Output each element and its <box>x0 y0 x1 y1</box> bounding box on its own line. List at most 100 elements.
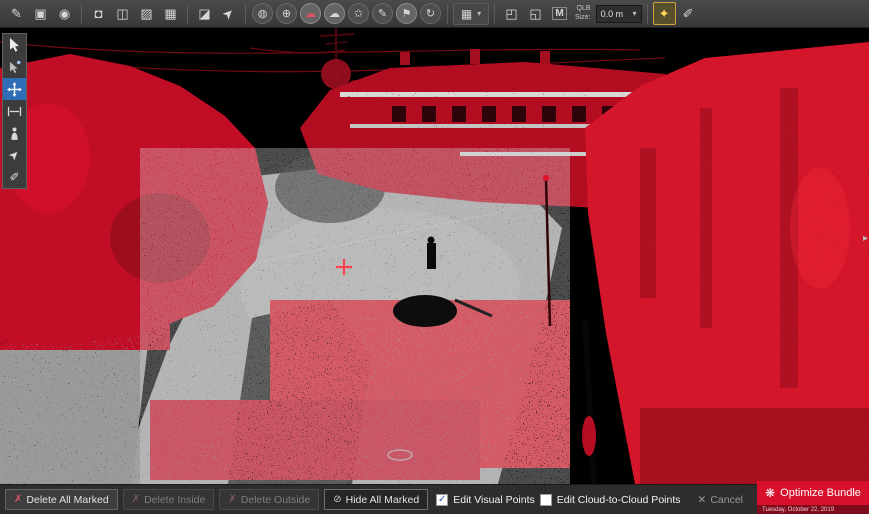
cloud-marked-button[interactable]: ☁ <box>300 3 321 24</box>
bounding-box-edit-icon: ◱ <box>529 6 541 22</box>
delete-all-marked-label: Delete All Marked <box>26 494 108 506</box>
display-icon: ▣ <box>34 6 46 22</box>
pan-tool-button[interactable] <box>3 78 26 100</box>
hide-all-marked-button[interactable]: ⊘ Hide All Marked <box>324 489 428 510</box>
mark-select-tool-button[interactable] <box>3 56 26 78</box>
status-date: Tuesday, October 22, 2019 <box>757 505 869 514</box>
delete-icon: ✗ <box>132 494 140 505</box>
probe-button[interactable]: ✐ <box>677 2 700 25</box>
probe-icon: ✐ <box>683 6 694 22</box>
mark-region-icon: ⊕ <box>282 7 291 20</box>
cloud-marked-icon: ☁ <box>305 7 316 20</box>
right-red-wall <box>585 42 869 484</box>
annotate-icon: ✎ <box>11 6 22 22</box>
image-view-icon: ▨ <box>140 6 152 22</box>
point-cloud-app-window: ✎ ▣ ◉ ◘ ◫ ▨ ▦ ◪ ➤ ◍ ⊕ ☁ ☁ ✩ ✎ ⚑ ↻ ▦ ▾ ◰ … <box>0 0 869 514</box>
split-view-button[interactable]: ◫ <box>111 2 134 25</box>
toolbar-separator <box>245 4 246 24</box>
optimize-bundle-button[interactable]: ❋ Optimize Bundle <box>757 481 869 505</box>
bottom-action-bar: ✗ Delete All Marked ✗ Delete Inside ✗ De… <box>0 484 869 514</box>
eraser-button[interactable]: ◪ <box>193 2 216 25</box>
cancel-button[interactable]: ✕ Cancel <box>692 493 750 507</box>
bundle-icon: ❋ <box>765 486 775 500</box>
panel-expand-arrow[interactable]: ▸ <box>863 233 868 244</box>
sphere-icon: ◍ <box>258 7 268 20</box>
orbit-icon: ↻ <box>426 7 435 20</box>
measure-tool-button[interactable] <box>3 100 26 122</box>
delete-inside-label: Delete Inside <box>144 494 205 506</box>
location-pin-icon: ⚑ <box>402 7 412 20</box>
qlb-label-line2: Size: <box>575 14 591 22</box>
person-view-button[interactable] <box>3 122 26 144</box>
brush-icon: ✐ <box>9 170 19 184</box>
qlb-size-dropdown[interactable]: 0.0 m ▾ <box>596 5 642 23</box>
eraser-icon: ◪ <box>198 6 210 22</box>
point-cloud-viewport[interactable] <box>0 28 869 484</box>
delete-icon: ✗ <box>14 494 22 505</box>
sphere-button[interactable]: ◍ <box>252 3 273 24</box>
delete-all-marked-button[interactable]: ✗ Delete All Marked <box>5 489 118 510</box>
bounding-box-m-button[interactable]: M <box>548 2 571 25</box>
pan-move-icon <box>7 82 22 97</box>
grid-view-button[interactable]: ▦ <box>159 2 182 25</box>
orbit-view-button[interactable]: ↻ <box>420 3 441 24</box>
chevron-down-icon: ▾ <box>633 9 637 18</box>
tool-options-dropdown[interactable]: ▦ ▾ <box>453 3 489 25</box>
chevron-down-icon: ▾ <box>477 9 481 18</box>
edit-visual-points-label: Edit Visual Points <box>453 494 535 506</box>
check-icon: ✓ <box>438 495 446 505</box>
pencil-icon: ✎ <box>378 7 387 20</box>
toolbar-separator <box>494 4 495 24</box>
camera-button[interactable]: ◘ <box>87 2 110 25</box>
bounding-box-button[interactable]: ◰ <box>500 2 523 25</box>
select-tool-button[interactable] <box>3 34 26 56</box>
bounding-box-icon: ◰ <box>505 6 517 22</box>
location-pin-button[interactable]: ⚑ <box>396 3 417 24</box>
point-cloud-canvas <box>0 28 869 484</box>
toolbar-separator <box>447 4 448 24</box>
cloud-points-icon: ☁ <box>329 7 340 20</box>
edit-c2c-checkbox[interactable] <box>540 494 552 506</box>
cursor-select-icon: ➤ <box>219 4 238 23</box>
top-toolbar: ✎ ▣ ◉ ◘ ◫ ▨ ▦ ◪ ➤ ◍ ⊕ ☁ ☁ ✩ ✎ ⚑ ↻ ▦ ▾ ◰ … <box>0 0 869 28</box>
measure-distance-icon <box>7 106 22 117</box>
split-view-icon: ◫ <box>116 6 128 22</box>
pencil-button[interactable]: ✎ <box>372 3 393 24</box>
zoom-region-button[interactable]: ◉ <box>53 2 76 25</box>
delete-icon: ✗ <box>228 494 236 505</box>
edit-visual-checkbox[interactable]: ✓ <box>436 494 448 506</box>
qlb-size-label: QLB Size: <box>575 5 591 22</box>
cancel-label: Cancel <box>710 494 743 506</box>
optimize-wand-button[interactable]: ✦ <box>653 2 676 25</box>
delete-inside-button[interactable]: ✗ Delete Inside <box>123 489 215 510</box>
tool-dropdown-icon: ▦ <box>461 7 472 21</box>
magic-wand-icon: ✦ <box>659 6 670 22</box>
hide-all-marked-label: Hide All Marked <box>346 494 420 506</box>
camera-icon: ◘ <box>95 6 103 21</box>
person-view-icon <box>9 127 20 140</box>
annotate-button[interactable]: ✎ <box>5 2 28 25</box>
star-button[interactable]: ✩ <box>348 3 369 24</box>
edit-cloud-to-cloud-option[interactable]: Edit Cloud-to-Cloud Points <box>540 494 681 506</box>
display-button[interactable]: ▣ <box>29 2 52 25</box>
bounding-box-m-icon: M <box>552 7 566 20</box>
edit-visual-points-option[interactable]: ✓ Edit Visual Points <box>436 494 535 506</box>
white-dust <box>140 148 570 484</box>
grid-view-icon: ▦ <box>164 6 176 22</box>
bounding-box-edit-button[interactable]: ◱ <box>524 2 547 25</box>
delete-outside-button[interactable]: ✗ Delete Outside <box>219 489 319 510</box>
toolbar-separator <box>81 4 82 24</box>
qlb-size-value: 0.0 m <box>601 9 624 19</box>
mark-region-button[interactable]: ⊕ <box>276 3 297 24</box>
cursor-select-button[interactable]: ➤ <box>217 2 240 25</box>
cancel-icon: ✕ <box>698 494 707 506</box>
qlb-label-line1: QLB <box>577 5 591 13</box>
navigate-tool-button[interactable]: ➤ <box>3 144 26 166</box>
brush-tool-button[interactable]: ✐ <box>3 166 26 188</box>
toolbar-separator <box>647 4 648 24</box>
cloud-points-button[interactable]: ☁ <box>324 3 345 24</box>
image-view-button[interactable]: ▨ <box>135 2 158 25</box>
cursor-arrow-icon <box>8 38 21 52</box>
hide-icon: ⊘ <box>333 494 341 505</box>
optimize-bundle-panel: ❋ Optimize Bundle Tuesday, October 22, 2… <box>757 481 869 514</box>
